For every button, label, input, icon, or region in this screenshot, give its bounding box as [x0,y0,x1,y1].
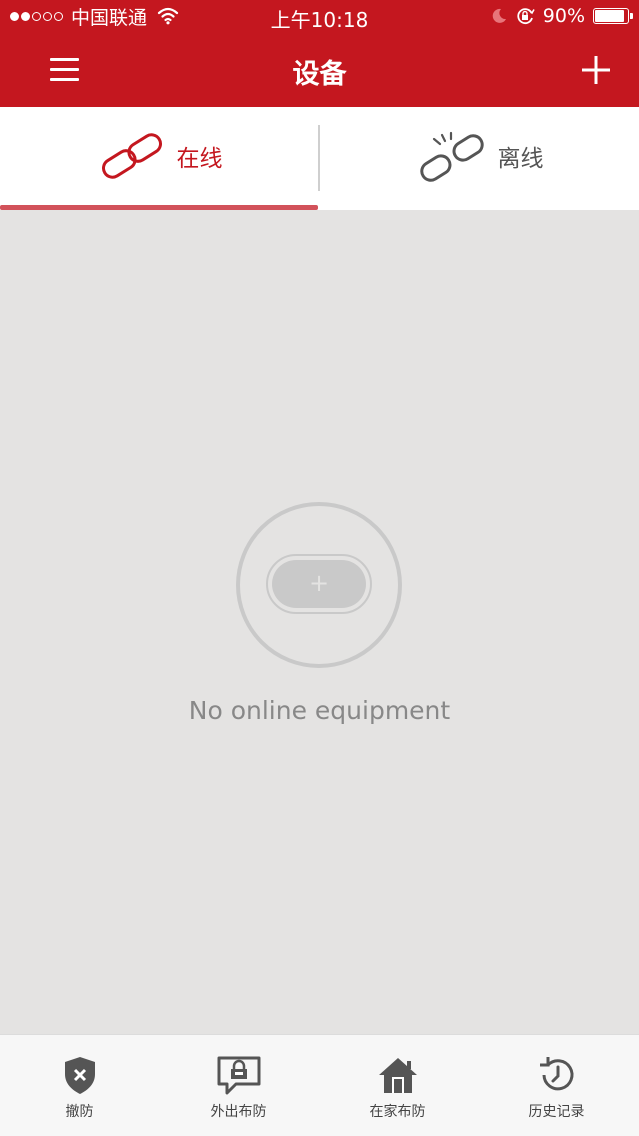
away-arm-icon [217,1056,260,1095]
disarm-button[interactable]: 撤防 [0,1035,159,1135]
home-arm-icon [378,1058,417,1093]
tab-offline[interactable]: 离线 [320,107,639,205]
tab-active-indicator [0,205,318,210]
tab-offline-label: 离线 [497,146,544,172]
home-arm-button[interactable]: 在家布防 [318,1035,477,1135]
history-label: 历史记录 [528,1104,585,1120]
status-bar: 中国联通 上午10:18 90% [0,0,639,34]
away-arm-label: 外出布防 [210,1104,267,1120]
broken-link-icon [419,131,484,182]
header: 中国联通 上午10:18 90% 设备 [0,0,639,107]
battery-fill [595,10,624,22]
bottom-bar: 撤防 外出布防 在家布防 历史记录 [0,1034,639,1136]
rotation-lock-icon [517,8,535,25]
disarm-label: 撤防 [65,1104,94,1120]
empty-state-message: No online equipment [188,696,451,725]
history-icon [539,1057,573,1091]
empty-add-device-button[interactable]: + [266,554,372,614]
plus-icon [582,56,610,84]
plus-icon: + [308,569,330,597]
tab-bar: 在线 离线 [0,107,639,210]
battery-percent: 90% [542,5,585,27]
tab-online[interactable]: 在线 [0,107,319,205]
battery-icon [593,8,633,24]
moon-icon [492,8,506,23]
tab-online-label: 在线 [176,146,223,172]
home-arm-label: 在家布防 [369,1104,426,1120]
nav-bar: 设备 [0,34,639,107]
status-right: 90% [491,5,633,27]
add-device-button[interactable] [580,54,612,86]
link-icon [101,133,162,179]
shield-x-icon [64,1057,95,1094]
history-button[interactable]: 历史记录 [477,1035,636,1135]
empty-state: + No online equipment [0,500,639,740]
away-arm-button[interactable]: 外出布防 [159,1035,318,1135]
page-title: 设备 [292,59,347,90]
